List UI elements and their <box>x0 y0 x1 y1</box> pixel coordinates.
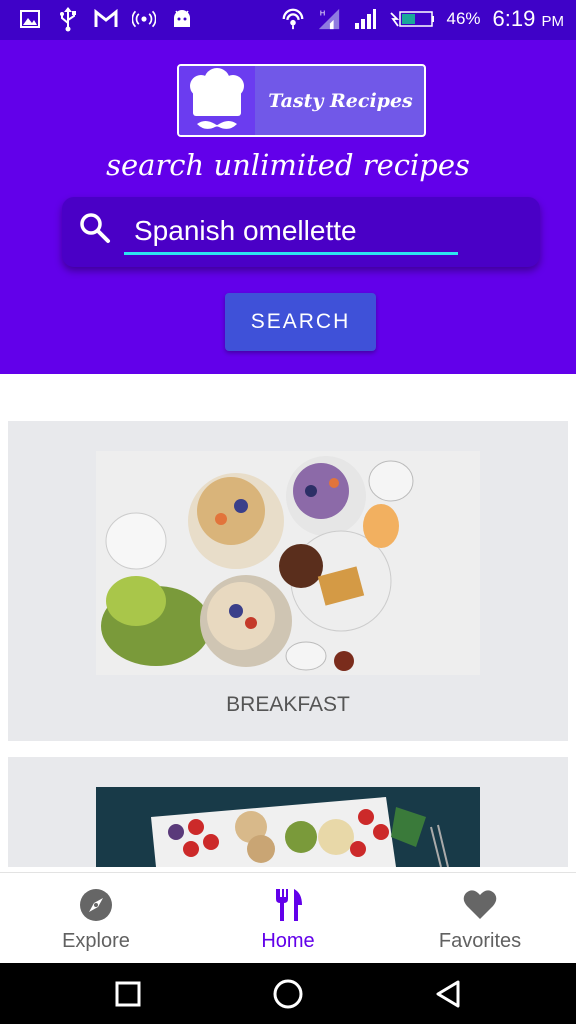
category-card-breakfast[interactable]: BREAKFAST <box>8 421 568 741</box>
search-button[interactable]: SEARCH <box>225 293 376 351</box>
tagline: search unlimited recipes <box>106 148 470 182</box>
battery-percent: 46% <box>446 9 481 28</box>
nav-home[interactable]: Home <box>192 873 384 964</box>
compass-icon <box>78 887 114 923</box>
signal-h-icon: H <box>317 6 341 32</box>
category-card[interactable] <box>8 757 568 867</box>
nav-favorites[interactable]: Favorites <box>384 873 576 964</box>
nav-explore-label: Explore <box>62 930 130 952</box>
clock-time: 6:19 <box>492 6 536 31</box>
svg-text:H: H <box>319 8 325 17</box>
hotspot-icon <box>132 6 156 32</box>
category-label: BREAKFAST <box>226 693 350 716</box>
recents-icon[interactable] <box>111 977 145 1011</box>
signal-icon <box>353 6 377 32</box>
search-box <box>62 197 540 267</box>
search-input[interactable] <box>124 210 458 255</box>
nav-explore[interactable]: Explore <box>0 873 192 964</box>
category-photo <box>96 787 480 867</box>
system-navigation-bar <box>0 963 576 1024</box>
usb-icon <box>56 6 80 32</box>
bottom-navigation: Explore Home Favorites <box>0 872 576 963</box>
gmail-icon <box>94 6 118 32</box>
clock-ampm: PM <box>541 13 565 30</box>
app-logo: Tasty Recipes <box>177 64 426 137</box>
nav-favorites-label: Favorites <box>438 930 522 952</box>
status-bar: H 46% 6:19 PM <box>0 0 576 40</box>
nav-home-label: Home <box>261 930 315 952</box>
heart-icon <box>462 887 498 923</box>
clock: 6:19 PM <box>493 6 564 32</box>
fork-knife-icon <box>270 887 306 923</box>
system-status: H 46% 6:19 PM <box>281 6 564 32</box>
chef-hat-icon <box>179 66 255 135</box>
battery-icon <box>389 6 435 32</box>
gallery-icon <box>18 6 42 32</box>
back-icon[interactable] <box>432 977 466 1011</box>
wifi-calling-icon <box>281 6 305 32</box>
notification-icons <box>18 6 194 32</box>
home-circle-icon[interactable] <box>271 977 305 1011</box>
android-icon <box>170 6 194 32</box>
search-icon[interactable] <box>78 211 112 245</box>
logo-text: Tasty Recipes <box>268 89 413 112</box>
breakfast-photo <box>96 451 480 675</box>
search-header: Tasty Recipes search unlimited recipes S… <box>0 40 576 374</box>
